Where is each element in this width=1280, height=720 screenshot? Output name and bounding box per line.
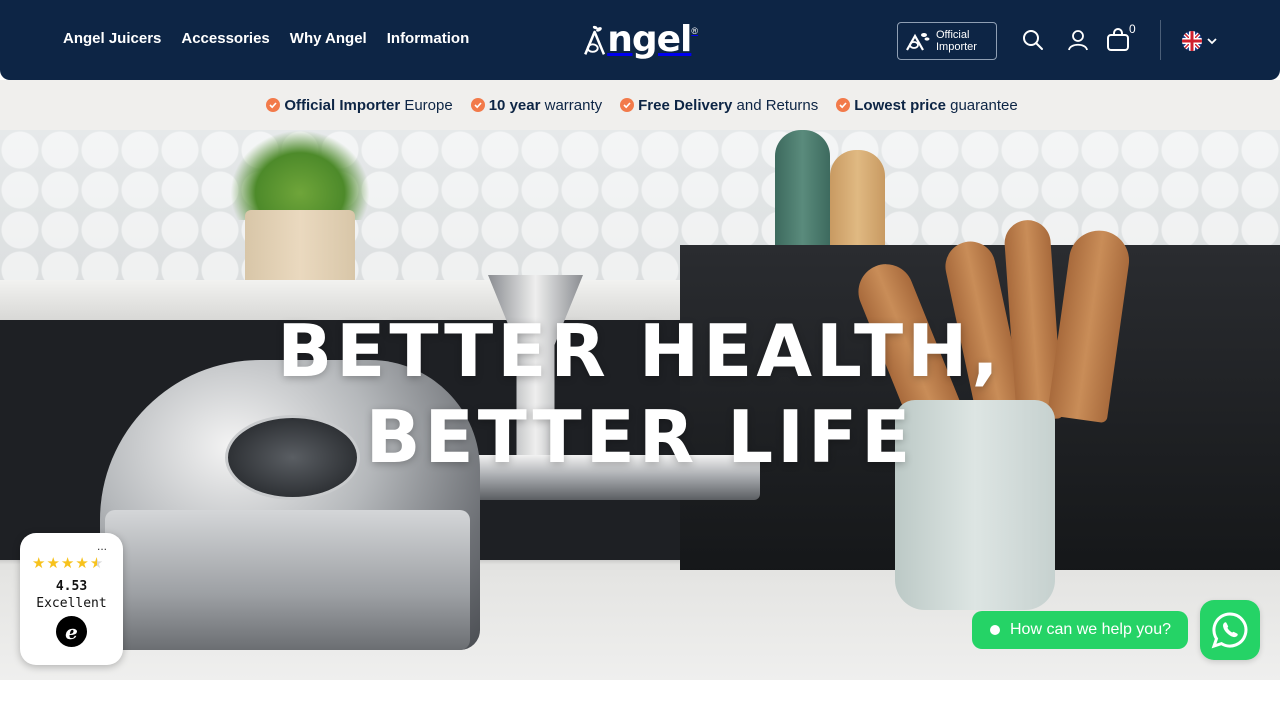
official-importer-badge: Official Importer bbox=[897, 22, 997, 60]
cart-button[interactable] bbox=[1106, 28, 1130, 52]
logo-registered-mark: ® bbox=[691, 26, 698, 36]
usp-warranty: 10 year warranty bbox=[470, 97, 602, 114]
shopping-bag-icon bbox=[1107, 28, 1129, 51]
trusted-shops-logo-icon: e bbox=[56, 616, 87, 647]
chat-prompt-bubble[interactable]: How can we help you? bbox=[972, 611, 1188, 649]
usp-lowest-price: Lowest price guarantee bbox=[836, 97, 1018, 114]
star-icon: ★ bbox=[32, 555, 46, 572]
juicer-base bbox=[105, 510, 470, 650]
rating-stars: ★ ★ ★ ★ ★ bbox=[32, 556, 103, 571]
online-dot-icon bbox=[990, 625, 1000, 635]
nav-angel-juicers[interactable]: Angel Juicers bbox=[63, 30, 161, 47]
search-icon bbox=[1023, 30, 1043, 50]
more-options-icon[interactable]: ... bbox=[97, 539, 107, 553]
star-icon: ★ bbox=[75, 555, 89, 572]
nav-accessories[interactable]: Accessories bbox=[181, 30, 269, 47]
check-icon bbox=[836, 98, 851, 112]
uk-flag-icon bbox=[1182, 31, 1202, 51]
language-selector[interactable] bbox=[1181, 30, 1217, 52]
angel-logo-mark-icon bbox=[584, 25, 606, 55]
trusted-shops-widget[interactable]: ... ★ ★ ★ ★ ★ 4.53 Excellent e bbox=[20, 533, 123, 665]
star-icon: ★ bbox=[46, 555, 60, 572]
usp-free-delivery: Free Delivery and Returns bbox=[620, 97, 818, 114]
hero-banner[interactable]: BETTER HEALTH, BETTER LIFE bbox=[0, 130, 1280, 680]
search-button[interactable] bbox=[1021, 28, 1045, 52]
check-icon bbox=[470, 98, 485, 112]
importer-badge-text: Official Importer bbox=[936, 29, 977, 53]
usp-official-importer: Official Importer Europe bbox=[266, 97, 453, 114]
account-button[interactable] bbox=[1066, 28, 1090, 52]
user-icon bbox=[1068, 30, 1088, 51]
half-star-icon: ★ bbox=[89, 555, 104, 572]
rating-label: Excellent bbox=[36, 596, 107, 611]
rating-score: 4.53 bbox=[55, 579, 88, 594]
check-icon bbox=[620, 98, 635, 112]
whatsapp-icon bbox=[1211, 612, 1248, 649]
angel-logo[interactable]: ngel ® bbox=[584, 14, 698, 66]
header-divider bbox=[1160, 20, 1161, 60]
usp-bar: Official Importer Europe 10 year warrant… bbox=[0, 80, 1280, 130]
angel-small-logo-icon bbox=[906, 33, 930, 51]
nav-why-angel[interactable]: Why Angel bbox=[290, 30, 367, 47]
cart-count-badge: 0 bbox=[1129, 22, 1136, 36]
whatsapp-button[interactable] bbox=[1200, 600, 1260, 660]
star-icon: ★ bbox=[60, 555, 75, 572]
site-header: Angel Juicers Accessories Why Angel Info… bbox=[0, 0, 1280, 80]
chat-prompt-text: How can we help you? bbox=[1010, 621, 1171, 638]
hero-title: BETTER HEALTH, BETTER LIFE bbox=[277, 309, 1003, 479]
nav-information[interactable]: Information bbox=[387, 30, 470, 47]
main-nav: Angel Juicers Accessories Why Angel Info… bbox=[63, 30, 469, 47]
chevron-down-icon bbox=[1207, 38, 1217, 45]
check-icon bbox=[266, 98, 281, 112]
logo-text: ngel bbox=[607, 19, 692, 60]
hero-plant bbox=[230, 130, 370, 220]
